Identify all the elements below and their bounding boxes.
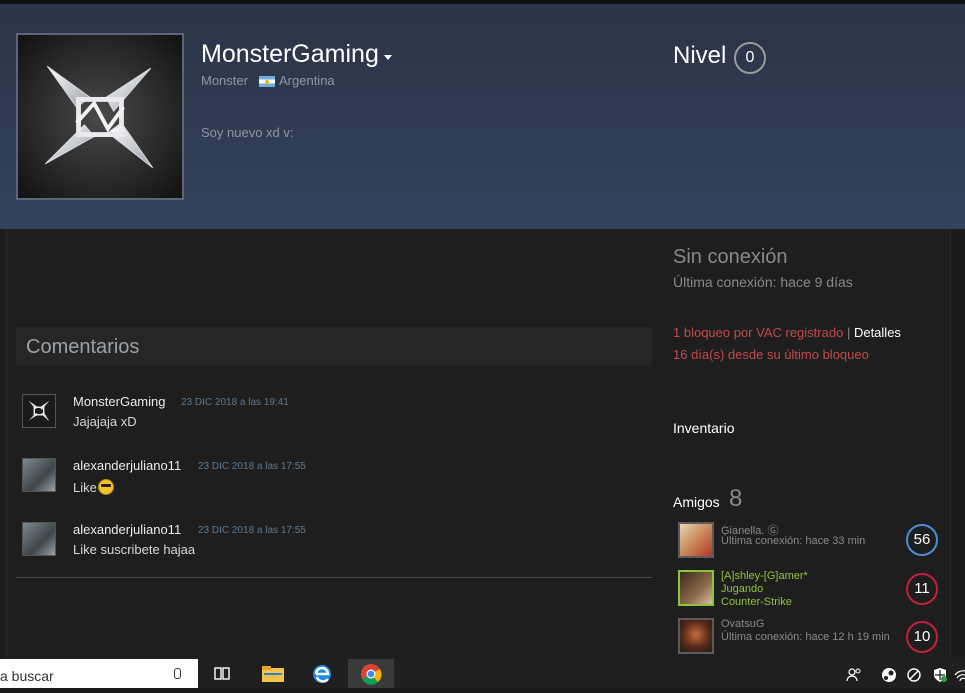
wifi-icon[interactable] bbox=[954, 667, 965, 683]
friend-level-badge[interactable]: 11 bbox=[906, 573, 938, 605]
friends-count[interactable]: 8 bbox=[729, 485, 742, 513]
sync-tray-icon[interactable] bbox=[906, 667, 922, 683]
argentina-flag-icon bbox=[259, 76, 275, 87]
comment-text: Like suscribete hajaa bbox=[73, 542, 196, 557]
friend-name[interactable]: OvatsuG bbox=[721, 618, 764, 630]
vac-separator: | bbox=[846, 325, 851, 340]
friend-level-badge[interactable]: 10 bbox=[906, 621, 938, 653]
level-label: Nivel bbox=[673, 42, 727, 69]
friend-name[interactable]: [A]shley-[G]amer* bbox=[721, 570, 808, 582]
vac-ban-line: 1 bloqueo por VAC registrado | Detalles bbox=[673, 325, 901, 340]
cool-emoticon-icon bbox=[97, 479, 114, 495]
vac-details-link[interactable]: Detalles bbox=[854, 325, 901, 340]
comment-avatar[interactable] bbox=[22, 522, 56, 556]
comment-text: Like bbox=[73, 479, 114, 495]
edge-browser-icon[interactable] bbox=[299, 659, 345, 688]
friend-status: Jugando bbox=[721, 583, 764, 595]
taskbar-search-box[interactable]: a buscar bbox=[0, 659, 198, 688]
steam-tray-icon[interactable] bbox=[881, 667, 897, 683]
friend-avatar[interactable] bbox=[678, 522, 714, 558]
friends-link[interactable]: Amigos bbox=[673, 494, 720, 510]
friend-status: Última conexión: hace 12 h 19 min bbox=[721, 631, 890, 643]
comment-text-content: Like bbox=[73, 480, 97, 495]
profile-country: Argentina bbox=[279, 73, 335, 88]
people-icon[interactable] bbox=[846, 667, 862, 683]
friend-avatar[interactable] bbox=[678, 570, 714, 606]
profile-name[interactable]: MonsterGaming bbox=[201, 40, 379, 69]
profile-content-area bbox=[6, 229, 951, 659]
vac-days-since: 16 día(s) desde su último bloqueo bbox=[673, 347, 869, 362]
microphone-icon[interactable] bbox=[174, 668, 181, 679]
profile-summary: Soy nuevo xd v: bbox=[201, 125, 294, 140]
comments-divider bbox=[16, 577, 652, 578]
last-online: Última conexión: hace 9 días bbox=[673, 274, 853, 290]
comment-avatar[interactable] bbox=[22, 458, 56, 492]
comment-avatar[interactable] bbox=[22, 394, 56, 428]
friend-level-badge[interactable]: 56 bbox=[906, 524, 938, 556]
friend-avatar[interactable] bbox=[678, 618, 714, 654]
defender-shield-icon[interactable] bbox=[932, 667, 948, 683]
comment-timestamp: 23 DIC 2018 a las 17:55 bbox=[198, 461, 306, 472]
vac-ban-text: 1 bloqueo por VAC registrado bbox=[673, 325, 844, 340]
friend-game: Counter-Strike bbox=[721, 596, 792, 608]
name-dropdown-caret-icon[interactable] bbox=[384, 55, 392, 60]
comment-author[interactable]: alexanderjuliano11 bbox=[73, 522, 181, 537]
comment-text: Jajajaja xD bbox=[73, 414, 137, 429]
inventory-link[interactable]: Inventario bbox=[673, 420, 734, 436]
friend-status: Última conexión: hace 33 min bbox=[721, 535, 866, 547]
level-badge[interactable]: 0 bbox=[734, 42, 766, 74]
comments-title: Comentarios bbox=[26, 336, 140, 358]
comment-author[interactable]: MonsterGaming bbox=[73, 394, 165, 409]
comment-timestamp: 23 DIC 2018 a las 19:41 bbox=[181, 397, 289, 408]
metallica-star-icon bbox=[28, 400, 50, 422]
comment-timestamp: 23 DIC 2018 a las 17:55 bbox=[198, 525, 306, 536]
metallica-star-logo bbox=[44, 65, 154, 169]
profile-avatar[interactable] bbox=[16, 33, 184, 200]
taskbar-search-placeholder: a buscar bbox=[0, 668, 54, 684]
profile-real-name: Monster bbox=[201, 73, 248, 88]
online-status: Sin conexión bbox=[673, 246, 788, 268]
chrome-browser-icon[interactable] bbox=[348, 659, 394, 688]
file-explorer-icon[interactable] bbox=[250, 659, 296, 688]
comment-author[interactable]: alexanderjuliano11 bbox=[73, 458, 181, 473]
task-view-icon[interactable] bbox=[199, 659, 245, 688]
